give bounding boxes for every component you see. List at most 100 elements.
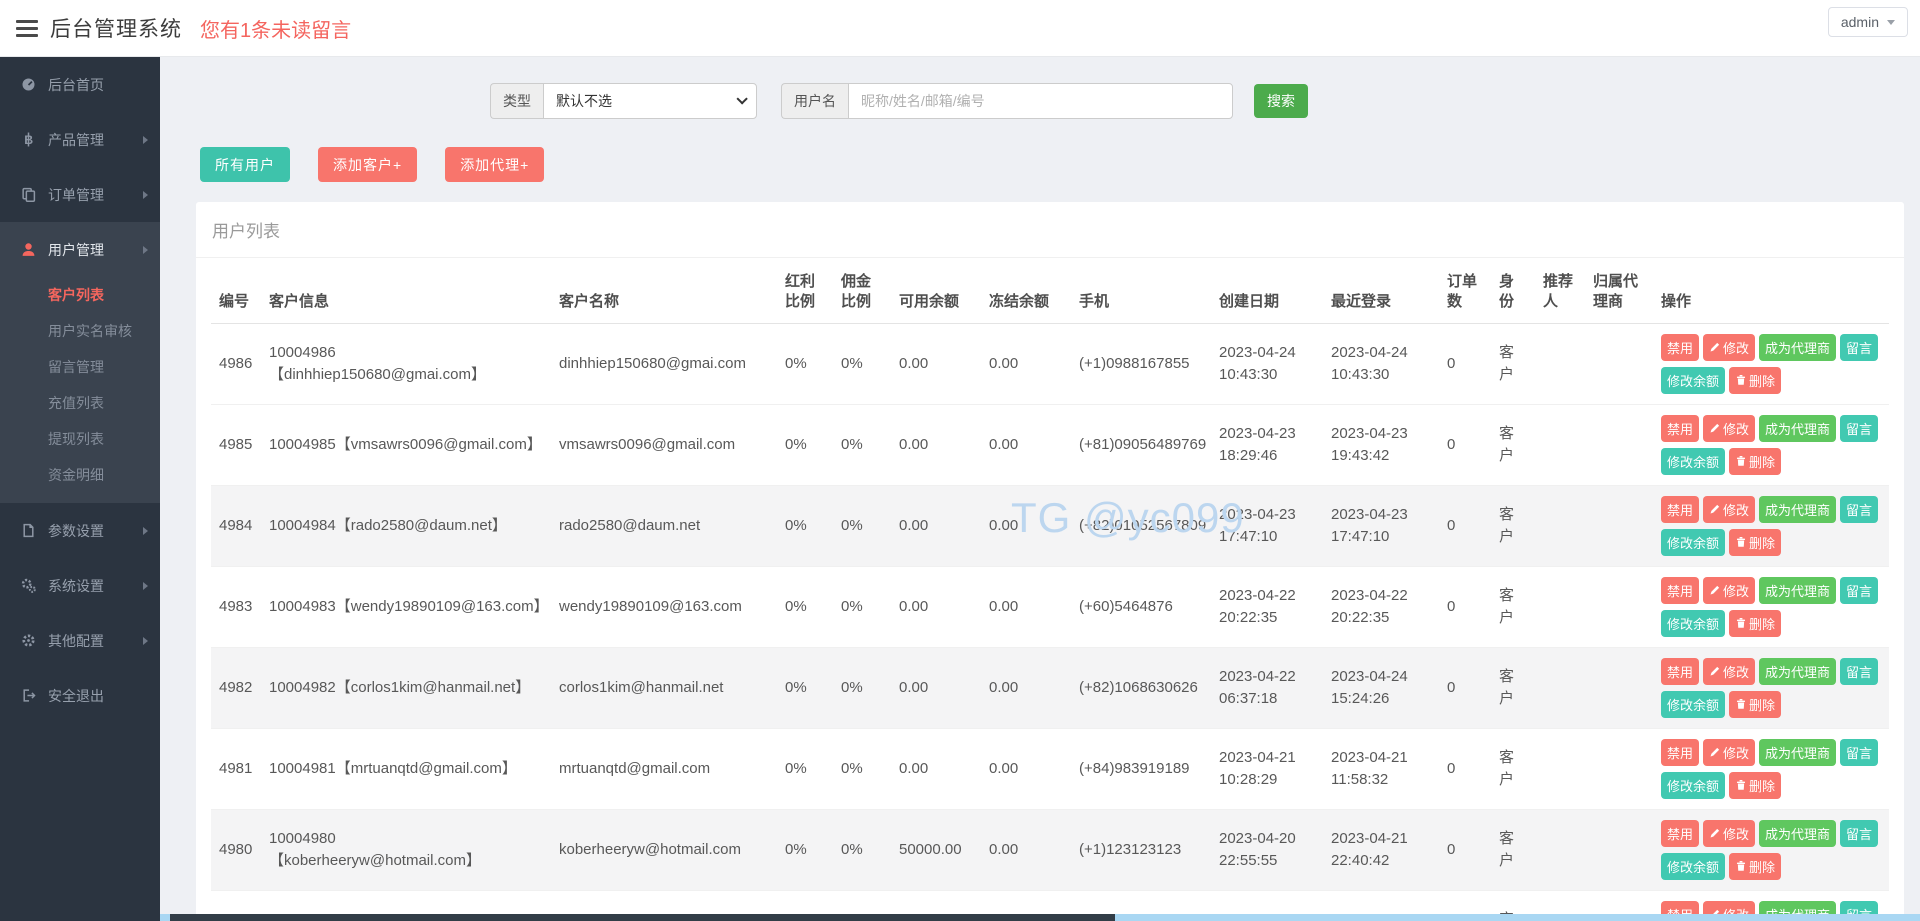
edit-balance-button[interactable]: 修改余额 — [1661, 528, 1726, 556]
username-input[interactable] — [848, 83, 1233, 119]
edit-button[interactable]: 修改 — [1703, 333, 1756, 361]
add-customer-button[interactable]: 添加客户+ — [318, 147, 418, 182]
become-agent-button[interactable]: 成为代理商 — [1759, 414, 1837, 442]
sidebar-item-orders[interactable]: 订单管理 — [0, 167, 160, 222]
cell-customer-name: koberheeryw@hotmail.com — [551, 809, 777, 891]
edit-balance-button[interactable]: 修改余额 — [1661, 771, 1726, 799]
sidebar-subitem-message-management[interactable]: 留言管理 — [0, 349, 160, 385]
edit-balance-button[interactable]: 修改余额 — [1661, 690, 1726, 718]
delete-button[interactable]: 删除 — [1729, 447, 1782, 475]
message-button[interactable]: 留言 — [1840, 576, 1879, 604]
become-agent-button[interactable]: 成为代理商 — [1759, 738, 1837, 766]
edit-button[interactable]: 修改 — [1703, 495, 1756, 523]
delete-button[interactable]: 删除 — [1729, 771, 1782, 799]
cell-agent — [1585, 647, 1653, 729]
sidebar-subitem-recharge-list[interactable]: 充值列表 — [0, 385, 160, 421]
message-button[interactable]: 留言 — [1840, 819, 1879, 847]
horizontal-scrollbar[interactable] — [160, 914, 1920, 921]
sidebar-item-users[interactable]: 用户管理 — [0, 222, 160, 277]
message-button[interactable]: 留言 — [1840, 657, 1879, 685]
become-agent-button[interactable]: 成为代理商 — [1759, 819, 1837, 847]
edit-button[interactable]: 修改 — [1703, 576, 1756, 604]
type-select[interactable]: 默认不选 — [543, 83, 757, 119]
pencil-icon — [1709, 584, 1721, 596]
disable-button[interactable]: 禁用 — [1661, 414, 1700, 442]
edit-balance-button[interactable]: 修改余额 — [1661, 447, 1726, 475]
cell-id: 4984 — [211, 485, 261, 567]
table-row: 4983 10004983【wendy19890109@163.com】 wendy… — [211, 566, 1889, 648]
edit-button[interactable]: 修改 — [1703, 414, 1756, 442]
add-agent-button[interactable]: 添加代理+ — [445, 147, 545, 182]
cell-identity: 客户 — [1491, 647, 1535, 729]
cell-available-balance: 0.00 — [891, 485, 981, 567]
col-header-referrer: 推荐人 — [1535, 258, 1585, 324]
cell-customer-info: 10004983【wendy19890109@163.com】 — [261, 566, 551, 648]
cell-frozen-balance: 0.00 — [981, 647, 1071, 729]
pencil-icon — [1709, 665, 1721, 677]
message-button[interactable]: 留言 — [1840, 333, 1879, 361]
disable-button[interactable]: 禁用 — [1661, 819, 1700, 847]
cell-referrer — [1535, 809, 1585, 891]
row-actions: 禁用修改成为代理商留言修改余额删除 — [1661, 819, 1881, 880]
sidebar-item-param-settings[interactable]: 参数设置 — [0, 503, 160, 558]
become-agent-button[interactable]: 成为代理商 — [1759, 657, 1837, 685]
cell-bonus-ratio: 0% — [777, 485, 833, 567]
cell-agent — [1585, 485, 1653, 567]
sidebar-subitem-customer-list[interactable]: 客户列表 — [0, 277, 160, 313]
unread-message-notice[interactable]: 您有1条未读留言 — [200, 14, 351, 43]
become-agent-button[interactable]: 成为代理商 — [1759, 495, 1837, 523]
edit-balance-button[interactable]: 修改余额 — [1661, 852, 1726, 880]
row-actions: 禁用修改成为代理商留言修改余额删除 — [1661, 738, 1881, 799]
edit-balance-button[interactable]: 修改余额 — [1661, 609, 1726, 637]
delete-button[interactable]: 删除 — [1729, 609, 1782, 637]
cell-customer-name: mrtuanqtd@gmail.com — [551, 728, 777, 810]
cell-actions: 禁用修改成为代理商留言修改余额删除 — [1653, 323, 1889, 405]
cell-phone: (+81)09056489769 — [1071, 404, 1211, 486]
chevron-right-icon — [143, 526, 148, 535]
disable-button[interactable]: 禁用 — [1661, 576, 1700, 604]
disable-button[interactable]: 禁用 — [1661, 738, 1700, 766]
chevron-right-icon — [143, 581, 148, 590]
trash-icon — [1735, 374, 1747, 386]
message-button[interactable]: 留言 — [1840, 738, 1879, 766]
cell-identity: 客户 — [1491, 485, 1535, 567]
all-users-button[interactable]: 所有用户 — [200, 147, 290, 182]
sidebar-item-system-settings[interactable]: 系统设置 — [0, 558, 160, 613]
cell-frozen-balance: 0.00 — [981, 728, 1071, 810]
search-button[interactable]: 搜索 — [1254, 84, 1308, 118]
cell-frozen-balance: 0.00 — [981, 404, 1071, 486]
edit-button[interactable]: 修改 — [1703, 657, 1756, 685]
hamburger-menu-icon[interactable] — [16, 16, 38, 41]
delete-button[interactable]: 删除 — [1729, 366, 1782, 394]
message-button[interactable]: 留言 — [1840, 414, 1879, 442]
row-actions: 禁用修改成为代理商留言修改余额删除 — [1661, 333, 1881, 394]
disable-button[interactable]: 禁用 — [1661, 333, 1700, 361]
disable-button[interactable]: 禁用 — [1661, 657, 1700, 685]
delete-button[interactable]: 删除 — [1729, 528, 1782, 556]
become-agent-button[interactable]: 成为代理商 — [1759, 576, 1837, 604]
cell-actions: 禁用修改成为代理商留言修改余额删除 — [1653, 647, 1889, 729]
sidebar-item-other-config[interactable]: 其他配置 — [0, 613, 160, 668]
delete-button[interactable]: 删除 — [1729, 852, 1782, 880]
delete-button[interactable]: 删除 — [1729, 690, 1782, 718]
sidebar-item-logout[interactable]: 安全退出 — [0, 668, 160, 723]
sidebar-item-products[interactable]: B 产品管理 — [0, 112, 160, 167]
edit-button[interactable]: 修改 — [1703, 819, 1756, 847]
chevron-right-icon — [143, 135, 148, 144]
cell-order-count: 0 — [1439, 809, 1491, 891]
become-agent-button[interactable]: 成为代理商 — [1759, 333, 1837, 361]
scrollbar-thumb[interactable] — [170, 914, 1115, 921]
cell-last-login: 2023-04-22 20:22:35 — [1323, 566, 1439, 648]
disable-button[interactable]: 禁用 — [1661, 495, 1700, 523]
sidebar-subitem-realname-audit[interactable]: 用户实名审核 — [0, 313, 160, 349]
sidebar-item-home[interactable]: 后台首页 — [0, 57, 160, 112]
admin-user-dropdown[interactable]: admin — [1827, 7, 1908, 37]
edit-balance-button[interactable]: 修改余额 — [1661, 366, 1726, 394]
sidebar-subitem-fund-details[interactable]: 资金明细 — [0, 457, 160, 493]
sidebar-subitem-withdraw-list[interactable]: 提现列表 — [0, 421, 160, 457]
sidebar-item-label: 安全退出 — [48, 687, 104, 704]
cell-available-balance: 0.00 — [891, 404, 981, 486]
edit-button[interactable]: 修改 — [1703, 738, 1756, 766]
toolbar: 所有用户 添加客户+ 添加代理+ — [160, 119, 1920, 182]
message-button[interactable]: 留言 — [1840, 495, 1879, 523]
